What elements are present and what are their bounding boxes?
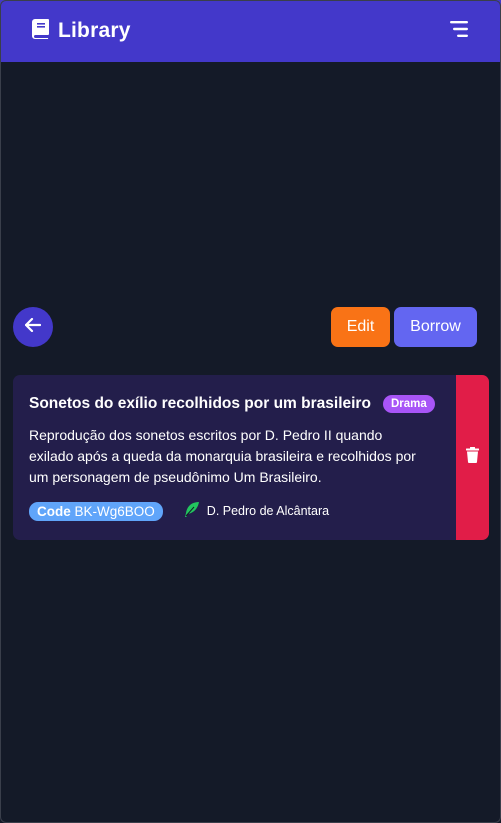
app-header: Library (0, 0, 501, 62)
edit-button[interactable]: Edit (331, 307, 390, 347)
book-card: Sonetos do exílio recolhidos por um bras… (13, 375, 489, 540)
brand[interactable]: Library (32, 18, 131, 44)
app-title: Library (58, 19, 131, 42)
arrow-left-icon (24, 317, 42, 337)
book-title: Sonetos do exílio recolhidos por um bras… (29, 395, 371, 412)
code-badge: Code BK-Wg6BOO (29, 501, 163, 521)
book-icon (32, 18, 50, 44)
menu-button[interactable] (449, 20, 471, 43)
code-value: BK-Wg6BOO (74, 503, 155, 519)
delete-button[interactable] (456, 375, 489, 540)
back-button[interactable] (13, 307, 53, 347)
book-title-row: Sonetos do exílio recolhidos por um bras… (29, 395, 439, 413)
menu-icon (450, 20, 470, 43)
book-description: Reprodução dos sonetos escritos por D. P… (29, 427, 416, 485)
borrow-button[interactable]: Borrow (394, 307, 477, 347)
book-meta: Code BK-Wg6BOO D. Pedro de Alcântara (29, 501, 439, 521)
code-label: Code (37, 503, 71, 519)
author: D. Pedro de Alcântara (183, 501, 329, 521)
genre-badge: Drama (382, 395, 435, 413)
book-card-body: Sonetos do exílio recolhidos por um bras… (29, 395, 439, 521)
feather-icon (183, 501, 200, 521)
author-name: D. Pedro de Alcântara (206, 504, 330, 518)
trash-icon (466, 447, 479, 468)
